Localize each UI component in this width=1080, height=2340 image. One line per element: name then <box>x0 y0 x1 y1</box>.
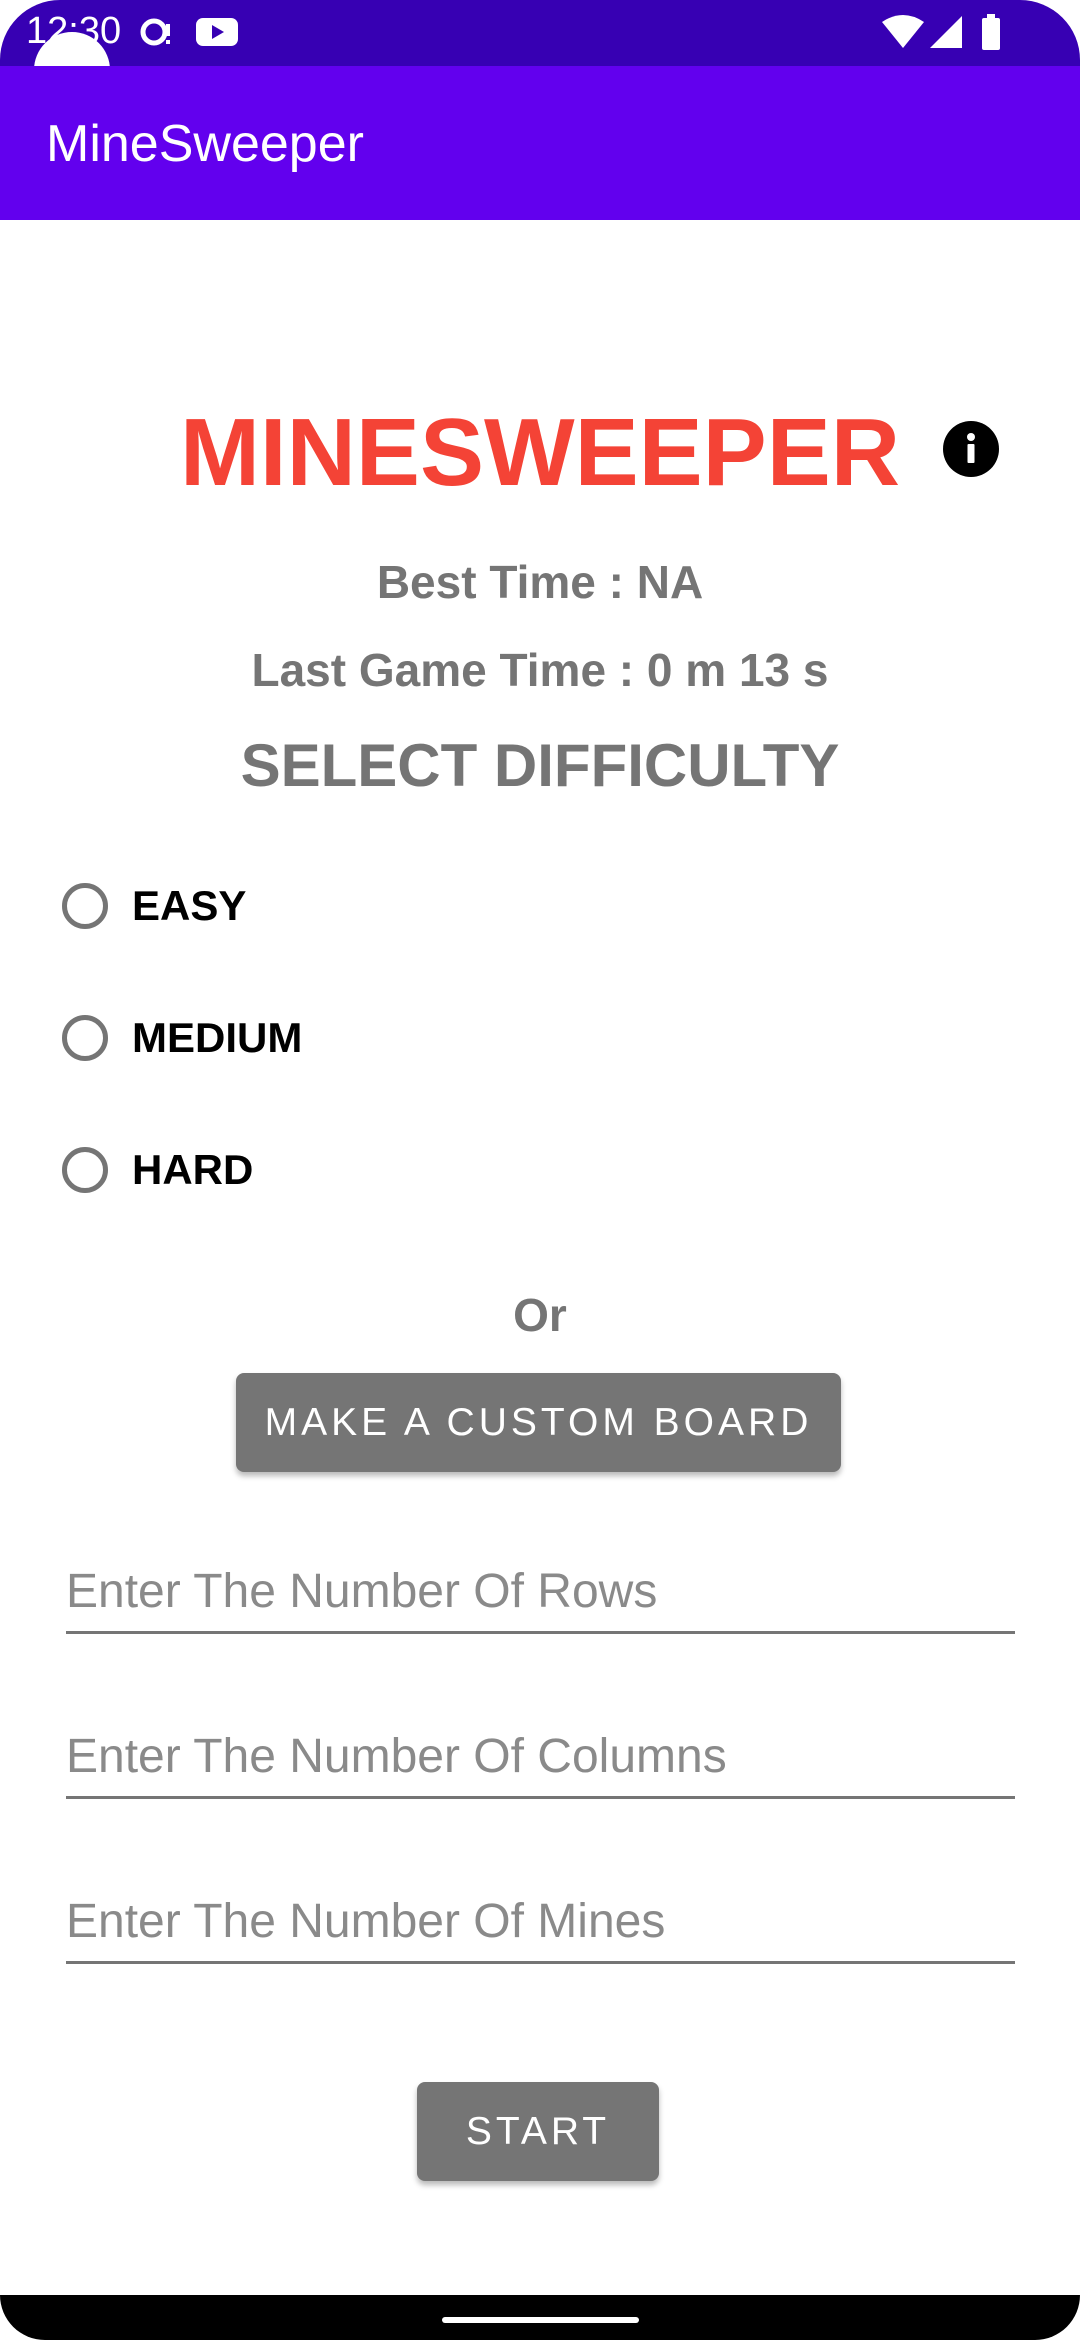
battery-icon <box>980 14 1002 55</box>
status-bar: 12:30 <box>0 0 1080 66</box>
radio-hard[interactable]: HARD <box>62 1140 253 1200</box>
last-game-time-label: Last Game Time : 0 m 13 s <box>251 644 829 696</box>
radio-easy[interactable]: EASY <box>62 876 246 936</box>
app-bar: MineSweeper <box>0 66 1080 220</box>
mines-input[interactable] <box>66 1881 1015 1961</box>
radio-label: HARD <box>132 1146 254 1193</box>
signal-icon <box>928 14 964 55</box>
info-icon[interactable] <box>943 421 999 477</box>
youtube-icon <box>195 14 239 55</box>
columns-input[interactable] <box>66 1716 1015 1796</box>
rows-input[interactable] <box>66 1551 1015 1631</box>
app-title: MineSweeper <box>46 115 364 173</box>
rows-field[interactable] <box>66 1551 1015 1634</box>
best-time-label: Best Time : NA <box>376 556 704 608</box>
cast-icon <box>138 14 174 55</box>
game-title: MINESWEEPER <box>179 399 901 506</box>
custom-board-button[interactable]: MAKE A CUSTOM BOARD <box>236 1373 841 1472</box>
radio-label: EASY <box>132 882 247 929</box>
radio-label: MEDIUM <box>132 1014 303 1061</box>
radio-button[interactable] <box>62 1015 108 1061</box>
wifi-icon <box>880 14 926 55</box>
home-indicator[interactable] <box>442 2317 639 2323</box>
difficulty-heading: SELECT DIFFICULTY <box>240 732 840 799</box>
radio-button[interactable] <box>62 883 108 929</box>
mines-field[interactable] <box>66 1881 1015 1964</box>
or-text: Or <box>513 1289 567 1341</box>
radio-button[interactable] <box>62 1147 108 1193</box>
columns-field[interactable] <box>66 1716 1015 1799</box>
start-button[interactable]: START <box>417 2082 659 2181</box>
radio-medium[interactable]: MEDIUM <box>62 1008 302 1068</box>
